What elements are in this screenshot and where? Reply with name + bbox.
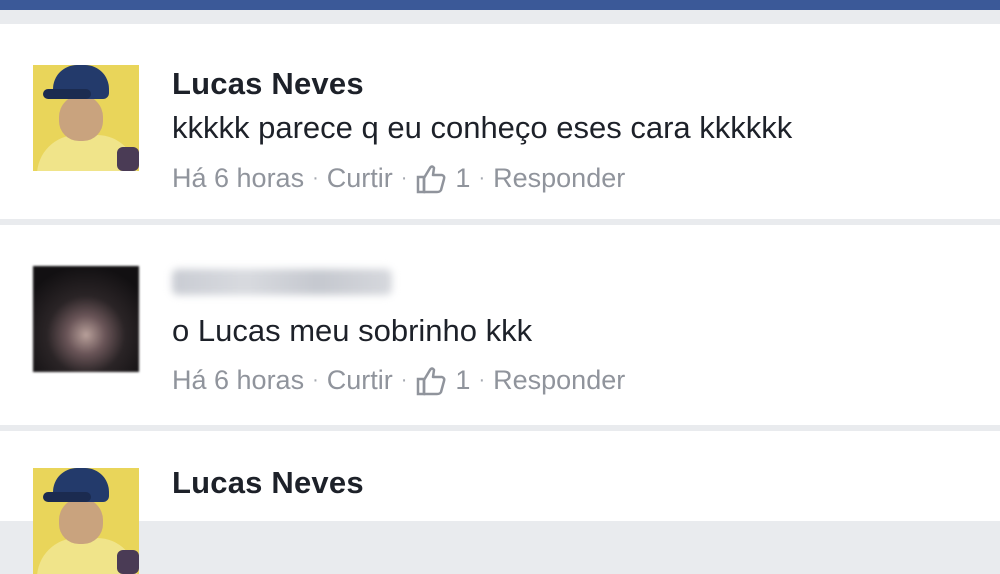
avatar-cap-brim xyxy=(43,492,91,502)
comment-timestamp[interactable]: Há 6 horas xyxy=(172,365,304,396)
separator: · xyxy=(312,369,319,391)
like-button[interactable]: Curtir xyxy=(327,365,393,396)
comment-text: o Lucas meu sobrinho kkk xyxy=(172,313,533,348)
separator: · xyxy=(312,167,319,189)
reply-button[interactable]: Responder xyxy=(493,163,625,194)
reply-button[interactable]: Responder xyxy=(493,365,625,396)
avatar-hand xyxy=(117,147,139,171)
separator: · xyxy=(478,369,486,391)
avatar[interactable] xyxy=(33,468,139,574)
comment-text: kkkkk parece q eu conheço eses cara kkkk… xyxy=(172,110,793,145)
avatar-cap-brim xyxy=(43,89,91,99)
separator: · xyxy=(400,369,408,391)
avatar[interactable] xyxy=(33,266,139,372)
thumbs-up-icon[interactable] xyxy=(415,366,447,396)
comment-meta: Há 6 horas · Curtir · 1 · Responder xyxy=(172,163,625,194)
avatar-face xyxy=(59,498,103,544)
avatar-hand xyxy=(117,550,139,574)
comment-item: o Lucas meu sobrinho kkk Há 6 horas · Cu… xyxy=(0,225,1000,425)
avatar[interactable] xyxy=(33,65,139,171)
separator: · xyxy=(478,167,486,189)
separator: · xyxy=(400,167,408,189)
avatar-face xyxy=(59,95,103,141)
like-count[interactable]: 1 xyxy=(455,365,470,396)
comments-list: Lucas Neves kkkkk parece q eu conheço es… xyxy=(0,10,1000,574)
comment-author-name-blurred[interactable] xyxy=(172,269,392,295)
like-count[interactable]: 1 xyxy=(455,163,470,194)
comment-timestamp[interactable]: Há 6 horas xyxy=(172,163,304,194)
thumbs-up-icon[interactable] xyxy=(415,164,447,194)
comment-item: Lucas Neves xyxy=(0,431,1000,574)
comment-meta: Há 6 horas · Curtir · 1 · Responder xyxy=(172,365,625,396)
like-button[interactable]: Curtir xyxy=(327,163,393,194)
comment-author-name[interactable]: Lucas Neves xyxy=(172,66,364,102)
comment-author-name[interactable]: Lucas Neves xyxy=(172,465,364,501)
top-navigation-bar xyxy=(0,0,1000,10)
comment-item: Lucas Neves kkkkk parece q eu conheço es… xyxy=(0,24,1000,219)
